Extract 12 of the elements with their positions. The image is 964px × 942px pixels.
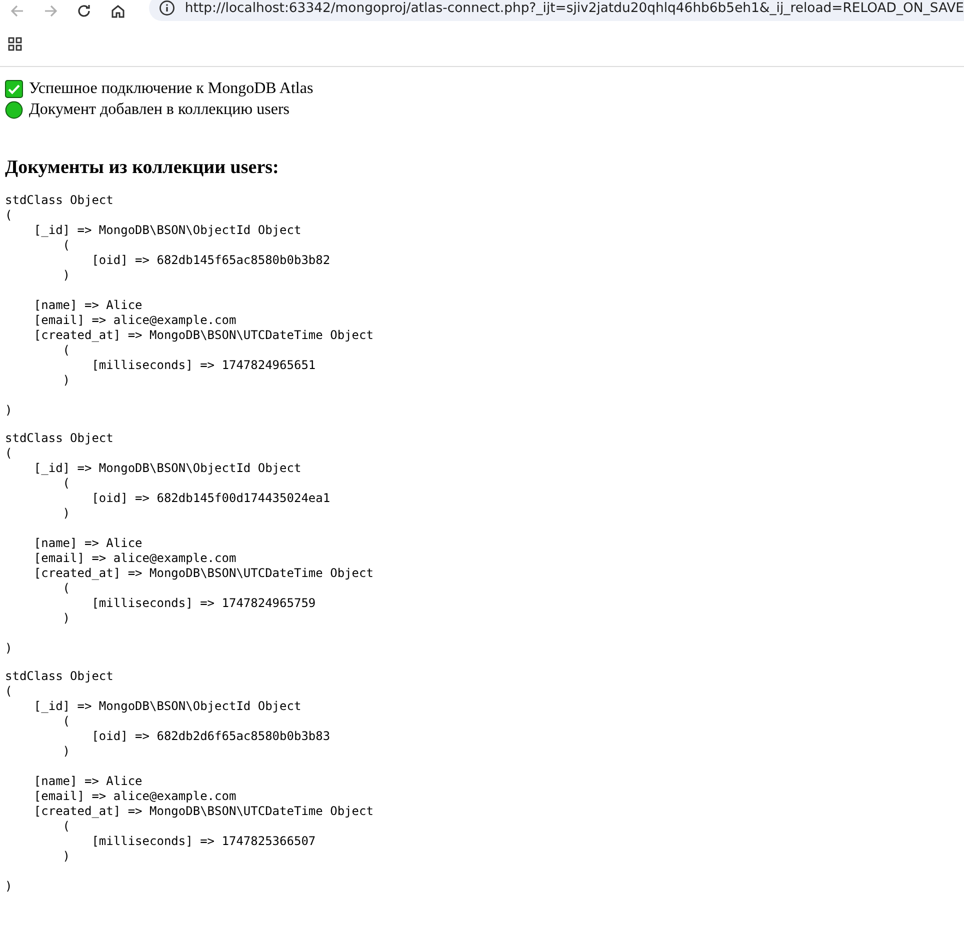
status-message: Документ добавлен в коллекцию users [29, 100, 290, 118]
document-dump: stdClass Object ( [_id] => MongoDB\BSON\ObjectId Object ( [oid] => 682db2d6f65ac8580b0b3b83 ) [name] => Alice [email] => alice@example.com [created_at] => MongoDB\BSON\UTCDateTime Object ( [milliseconds] => 1747825366507 ) ) [5, 669, 374, 894]
document-dump: stdClass Object ( [_id] => MongoDB\BSON\ObjectId Object ( [oid] => 682db145f00d174435024ea1 ) [name] => Alice [email] => alice@example.com [created_at] => MongoDB\BSON\UTCDateTime Object ( [milliseconds] => 1747824965759 ) ) [5, 431, 374, 656]
address-bar[interactable]: http://localhost:63342/mongoproj/atlas-connect.php?_ijt=sjiv2jatdu20qhlq46hb6b5eh1&_ij_reload=RELOAD_ON_SAVE [148, 0, 964, 21]
apps-icon[interactable] [8, 37, 22, 51]
check-icon [5, 80, 23, 98]
circle-icon [5, 100, 23, 118]
document-dump: stdClass Object ( [_id] => MongoDB\BSON\ObjectId Object ( [oid] => 682db145f65ac8580b0b3b82 ) [name] => Alice [email] => alice@example.com [created_at] => MongoDB\BSON\UTCDateTime Object ( [milliseconds] => 1747824965651 ) ) [5, 193, 374, 418]
info-icon[interactable] [158, 0, 175, 16]
url-text: http://localhost:63342/mongoproj/atlas-connect.php?_ijt=sjiv2jatdu20qhlq46hb6b5eh1&_ij_reload=RELOAD_ON_SAVE [184, 0, 964, 16]
status-message: Успешное подключение к MongoDB Atlas [29, 80, 314, 98]
section-heading: Документы из коллекции users: [5, 157, 280, 179]
